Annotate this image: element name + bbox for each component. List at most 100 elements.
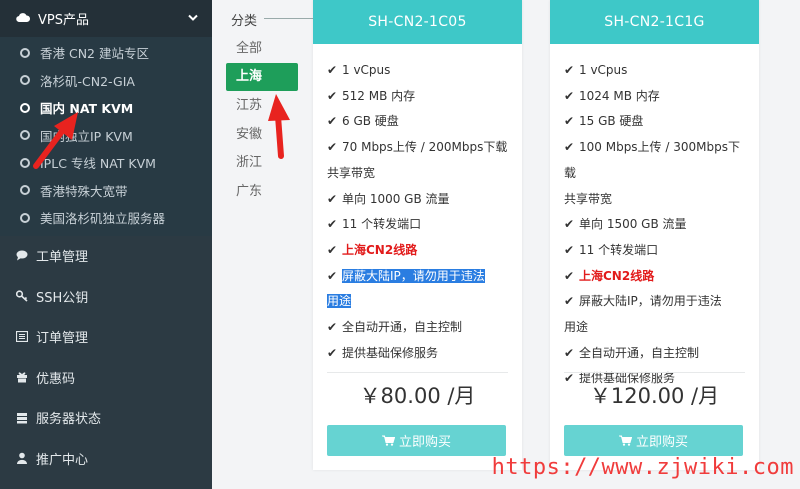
- submenu-item-la-cn2-gia[interactable]: 洛杉矶-CN2-GIA: [0, 67, 212, 95]
- check-icon: ✔: [564, 268, 575, 283]
- check-icon: ✔: [327, 345, 338, 360]
- buy-now-label: 立即购买: [398, 435, 451, 450]
- price-divider: [564, 372, 745, 373]
- user-icon: [16, 452, 28, 465]
- feature-item: ✔ 11 个转发端口: [564, 238, 749, 264]
- sidebar-item-tickets[interactable]: 工单管理: [0, 236, 212, 277]
- product-name: SH-CN2-1C05: [313, 0, 522, 44]
- submenu-item-domestic-ip-kvm[interactable]: 国内独立IP KVM: [0, 122, 212, 150]
- nav-vps-products-label: VPS产品: [38, 13, 89, 28]
- category-item-guangdong[interactable]: 广东: [226, 178, 298, 206]
- feature-item: ✔ 单向 1000 GB 流量: [327, 187, 512, 213]
- cart-icon: [618, 435, 632, 446]
- category-filter: 分类 全部 上海 江苏 安徽 浙江 广东: [212, 0, 324, 489]
- submenu-item-label: 香港特殊大宽带: [40, 183, 128, 199]
- submenu-item-la-dedicated[interactable]: 美国洛杉矶独立服务器: [0, 204, 212, 232]
- feature-item: ✔ 全自动开通，自主控制: [327, 315, 512, 341]
- check-icon: ✔: [327, 63, 338, 77]
- feature-text: 512 MB 内存: [342, 88, 416, 103]
- feature-item: ✔ 1 vCpus: [327, 58, 512, 84]
- feature-text: 11 个转发端口: [579, 242, 659, 257]
- check-icon: ✔: [564, 345, 575, 360]
- chevron-down-icon: [188, 11, 198, 26]
- category-title: 分类: [231, 14, 258, 29]
- category-item-zhejiang[interactable]: 浙江: [226, 149, 298, 177]
- feature-item: ✔ 屏蔽大陆IP，请勿用于违法: [564, 289, 749, 315]
- feature-item: ✔ 100 Mbps上传 / 300Mbps下载: [564, 135, 749, 186]
- feature-text: 全自动开通，自主控制: [579, 345, 700, 360]
- feature-text: 上海CN2线路: [579, 268, 655, 283]
- check-icon: ✔: [327, 114, 338, 129]
- check-icon: ✔: [564, 88, 575, 103]
- sidebar: VPS产品 香港 CN2 建站专区 洛杉矶-CN2-GIA 国内 NAT KVM…: [0, 0, 212, 489]
- category-item-all[interactable]: 全部: [226, 35, 298, 63]
- submenu-item-label: IPLC 专线 NAT KVM: [40, 156, 156, 172]
- buy-now-button[interactable]: 立即购买: [327, 425, 506, 456]
- feature-list: ✔ 1 vCpus ✔ 512 MB 内存 ✔ 6 GB 硬盘 ✔ 70 Mbps上传 …: [313, 44, 522, 366]
- check-icon: ✔: [564, 242, 575, 257]
- sidebar-item-server-status[interactable]: 服务器状态: [0, 398, 212, 439]
- product-card: SH-CN2-1C05 ✔ 1 vCpus ✔ 512 MB 内存 ✔ 6 GB 硬盘…: [313, 0, 522, 470]
- check-icon: ✔: [564, 294, 575, 309]
- feature-item: ✔ 提供基础保修服务: [327, 341, 512, 367]
- feature-item: ✔ 全自动开通，自主控制: [564, 341, 749, 367]
- check-icon: ✔: [564, 63, 575, 77]
- feature-text: 提供基础保修服务: [342, 345, 439, 360]
- submenu-item-hk-cn2[interactable]: 香港 CN2 建站专区: [0, 39, 212, 67]
- feature-item: ✔ 上海CN2线路: [327, 238, 512, 264]
- sidebar-item-coupons[interactable]: 优惠码: [0, 357, 212, 398]
- check-icon: ✔: [327, 217, 338, 232]
- feature-item: 共享带宽: [327, 161, 512, 187]
- sidebar-item-referral[interactable]: 推广中心: [0, 438, 212, 479]
- circle-icon: [20, 185, 30, 196]
- feature-text: 70 Mbps上传 / 200Mbps下载: [342, 140, 508, 155]
- product-price: ￥120.00 /月: [589, 384, 720, 408]
- check-icon: ✔: [327, 191, 338, 206]
- category-item-shanghai[interactable]: 上海: [226, 63, 298, 91]
- sidebar-item-label: 工单管理: [36, 250, 89, 266]
- server-icon: [16, 412, 28, 424]
- category-item-jiangsu[interactable]: 江苏: [226, 92, 298, 120]
- feature-text: 全自动开通，自主控制: [342, 320, 463, 335]
- submenu-item-label: 洛杉矶-CN2-GIA: [40, 73, 135, 89]
- list-icon: [16, 331, 28, 343]
- product-card: SH-CN2-1C1G ✔ 1 vCpus ✔ 1024 MB 内存 ✔ 15 GB …: [550, 0, 759, 470]
- submenu-item-domestic-nat-kvm[interactable]: 国内 NAT KVM: [0, 94, 212, 122]
- check-icon: ✔: [327, 88, 338, 103]
- sidebar-item-label: 推广中心: [36, 452, 89, 468]
- feature-text: 单向 1000 GB 流量: [342, 191, 450, 206]
- feature-text: 1 vCpus: [342, 63, 391, 77]
- feature-text-selected: 屏蔽大陆IP，请勿用于违法: [342, 268, 485, 283]
- buy-now-button[interactable]: 立即购买: [564, 425, 743, 456]
- gift-icon: [16, 371, 28, 383]
- sidebar-item-label: 优惠码: [36, 371, 76, 387]
- feature-text: 11 个转发端口: [342, 217, 422, 232]
- sidebar-item-label: 服务器状态: [36, 412, 102, 428]
- submenu-item-hk-bandwidth[interactable]: 香港特殊大宽带: [0, 177, 212, 205]
- key-icon: [16, 290, 28, 302]
- feature-item: ✔ 11 个转发端口: [327, 212, 512, 238]
- sidebar-item-orders[interactable]: 订单管理: [0, 317, 212, 358]
- feature-text: 1 vCpus: [579, 63, 628, 77]
- sidebar-item-label: SSH公钥: [36, 290, 89, 306]
- submenu-item-iplc-nat-kvm[interactable]: IPLC 专线 NAT KVM: [0, 149, 212, 177]
- circle-icon: [20, 212, 30, 223]
- circle-icon: [20, 102, 30, 113]
- nav-vps-products[interactable]: VPS产品: [0, 0, 212, 37]
- feature-item: 用途: [327, 289, 512, 315]
- submenu-item-label: 国内 NAT KVM: [40, 101, 134, 117]
- circle-icon: [20, 75, 30, 86]
- watermark-url: https://www.zjwiki.com: [491, 455, 794, 480]
- feature-item: ✔ 1 vCpus: [564, 58, 749, 84]
- sidebar-item-label: 订单管理: [36, 331, 89, 347]
- feature-list: ✔ 1 vCpus ✔ 1024 MB 内存 ✔ 15 GB 硬盘 ✔ 100 Mbps…: [550, 44, 759, 392]
- feature-item: ✔ 上海CN2线路: [564, 264, 749, 290]
- category-item-anhui[interactable]: 安徽: [226, 121, 298, 149]
- sidebar-item-ssh-keys[interactable]: SSH公钥: [0, 276, 212, 317]
- comment-icon: [16, 250, 28, 262]
- product-price: ￥80.00 /月: [359, 384, 476, 408]
- submenu-item-label: 香港 CN2 建站专区: [40, 46, 149, 62]
- cloud-icon: [16, 11, 31, 26]
- feature-item: 用途: [564, 315, 749, 341]
- feature-text: 6 GB 硬盘: [342, 114, 399, 129]
